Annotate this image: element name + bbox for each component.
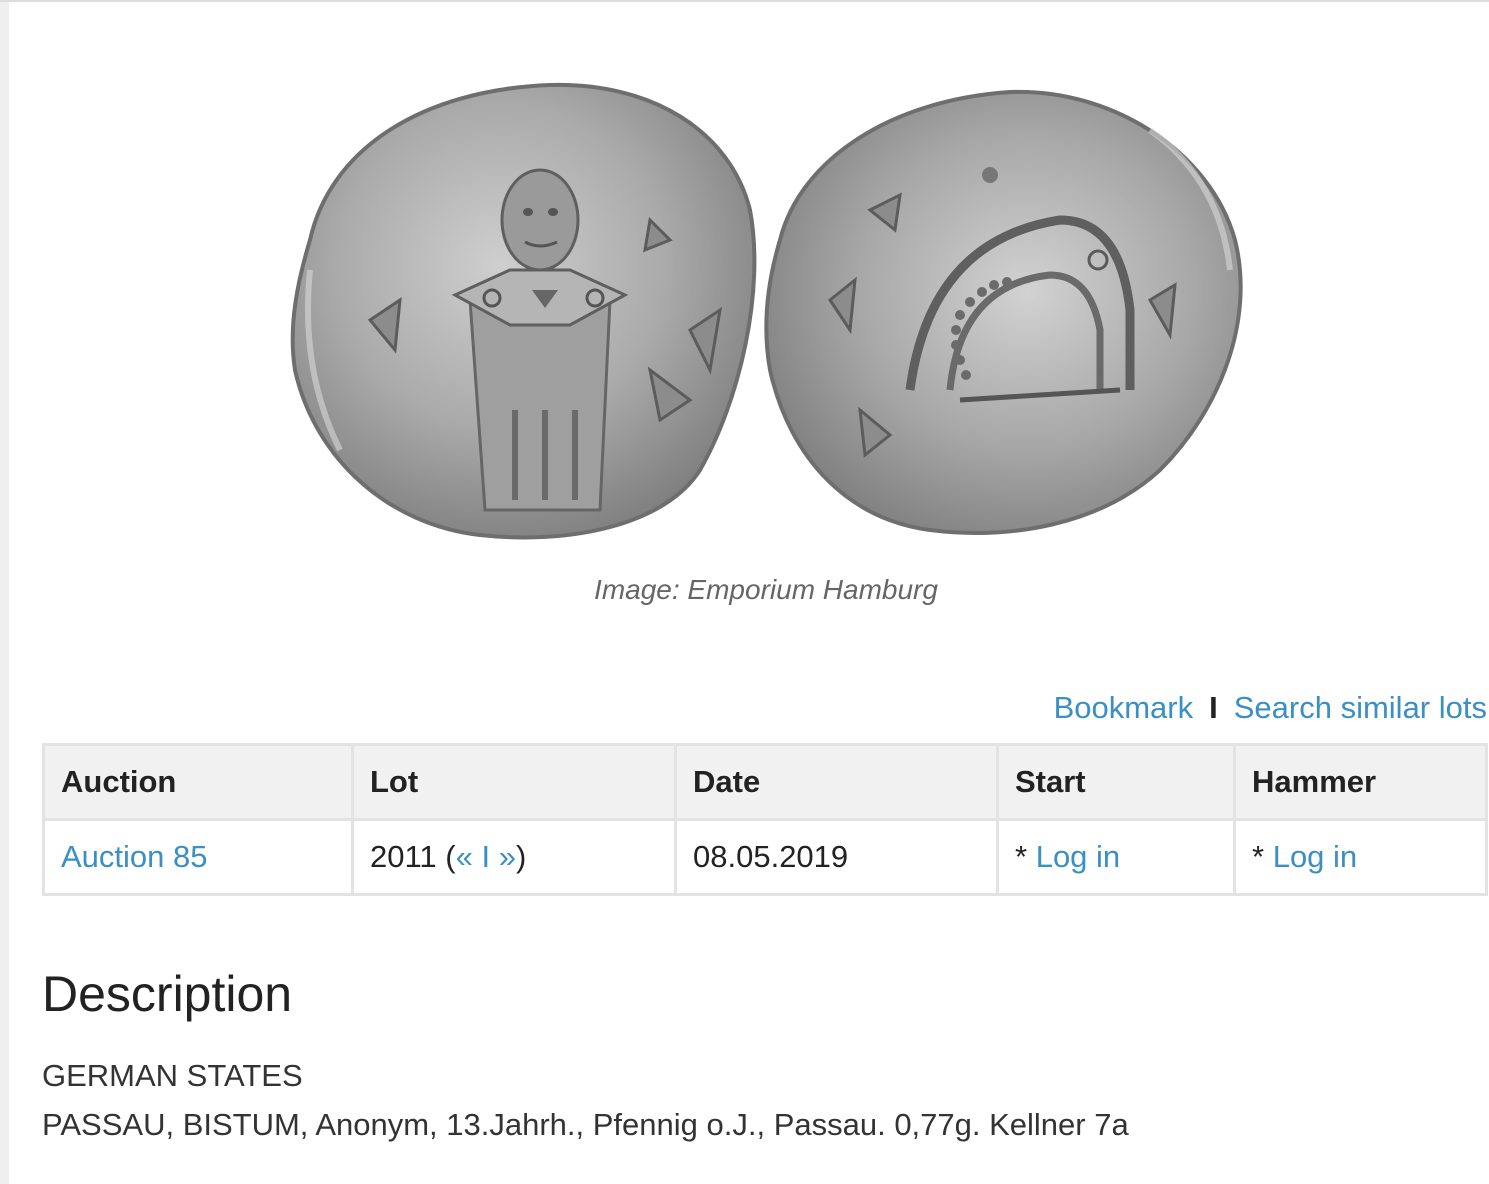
description-heading: Description — [42, 966, 293, 1022]
description-category: GERMAN STATES — [42, 1058, 303, 1093]
lot-close-paren: ) — [516, 839, 527, 874]
cell-lot: 2011 (« I ») — [351, 818, 677, 896]
lot-info-table: Auction Lot Date Start Hammer Auction 85… — [42, 743, 1488, 896]
header-date: Date — [674, 743, 999, 821]
cell-date: 08.05.2019 — [674, 818, 999, 896]
next-lot-link[interactable]: » — [499, 839, 516, 874]
coin-obverse — [290, 82, 757, 540]
start-asterisk: * — [1015, 839, 1028, 874]
coin-image[interactable] — [270, 70, 1260, 550]
lot-detail-page: Image: Emporium Hamburg Bookmark I Search … — [0, 0, 1489, 1184]
header-auction: Auction — [42, 743, 354, 821]
auction-link[interactable]: Auction 85 — [61, 839, 208, 874]
table-header-row: Auction Lot Date Start Hammer — [42, 743, 1488, 821]
actions-separator: I — [1209, 690, 1218, 725]
lot-number: 2011 — [370, 839, 437, 874]
description-text: PASSAU, BISTUM, Anonym, 13.Jahrh., Pfenn… — [42, 1107, 1129, 1142]
image-caption: Image: Emporium Hamburg — [594, 574, 938, 605]
start-login-link[interactable]: Log in — [1036, 839, 1120, 874]
cell-start: * Log in — [996, 818, 1236, 896]
header-hammer: Hammer — [1233, 743, 1488, 821]
lot-nav-separator: I — [481, 839, 491, 874]
hammer-login-link[interactable]: Log in — [1273, 839, 1357, 874]
previous-lot-link[interactable]: « — [456, 839, 473, 874]
coin-reverse — [764, 89, 1243, 535]
table-row: Auction 85 2011 (« I ») 08.05.2019 * Log… — [42, 818, 1488, 896]
top-divider — [0, 0, 1489, 2]
lot-open-paren: ( — [445, 839, 456, 874]
lot-actions: Bookmark I Search similar lots — [1054, 690, 1487, 726]
cell-auction: Auction 85 — [42, 818, 354, 896]
header-lot: Lot — [351, 743, 677, 821]
search-similar-lots-link[interactable]: Search similar lots — [1234, 690, 1487, 725]
hammer-asterisk: * — [1252, 839, 1265, 874]
cell-hammer: * Log in — [1233, 818, 1488, 896]
header-start: Start — [996, 743, 1236, 821]
bookmark-link[interactable]: Bookmark — [1054, 690, 1194, 725]
